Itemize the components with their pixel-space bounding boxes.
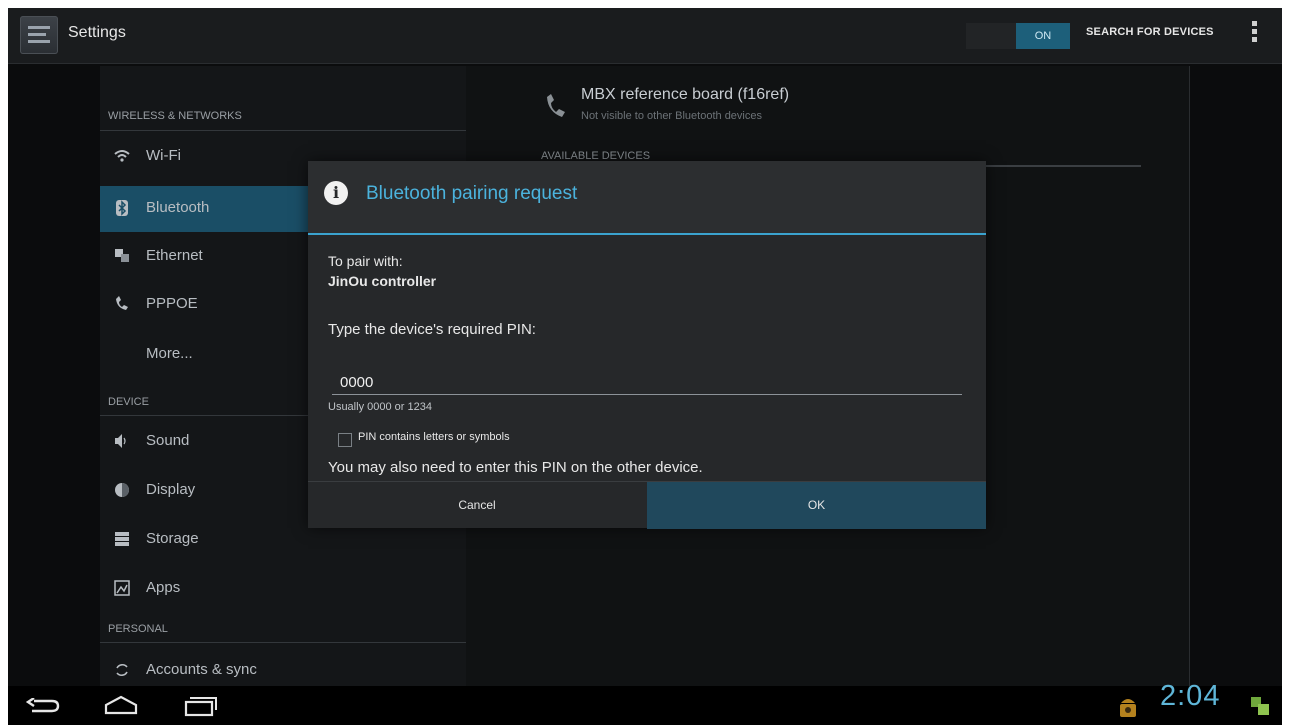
sidebar-item-label: Accounts & sync <box>146 661 257 678</box>
sidebar-item-label: Ethernet <box>146 247 203 264</box>
recent-apps-icon[interactable] <box>184 695 218 717</box>
pair-with-label: To pair with: <box>328 253 403 269</box>
checkbox-label: PIN contains letters or symbols <box>358 431 510 443</box>
settings-icon[interactable] <box>20 16 58 54</box>
sidebar-item-label: Apps <box>146 579 181 596</box>
section-wireless-networks: WIRELESS & NETWORKS <box>108 110 242 122</box>
overflow-menu-icon[interactable] <box>1252 21 1258 47</box>
sidebar-item-label: More... <box>146 345 193 362</box>
back-icon[interactable] <box>26 698 60 714</box>
status-network-icon <box>1251 697 1269 715</box>
sidebar-item-label: PPPOE <box>146 295 198 312</box>
pppoe-icon <box>116 296 128 310</box>
sidebar-item-label: Bluetooth <box>146 199 210 216</box>
bluetooth-icon <box>116 200 128 216</box>
sidebar-item-label: Display <box>146 481 196 498</box>
android-debug-icon <box>1120 699 1136 717</box>
dialog-title: Bluetooth pairing request <box>366 183 578 204</box>
apps-icon <box>114 580 130 596</box>
local-device-name[interactable]: MBX reference board (f16ref) <box>581 86 789 104</box>
display-icon <box>115 483 129 497</box>
section-device: DEVICE <box>108 396 149 408</box>
search-for-devices-button[interactable]: SEARCH FOR DEVICES <box>1086 26 1214 38</box>
pin-input[interactable]: 0000 <box>332 371 962 395</box>
pair-device-name: JinOu controller <box>328 273 437 289</box>
pin-prompt: Type the device's required PIN: <box>328 321 536 338</box>
bluetooth-toggle[interactable]: ON <box>966 23 1070 49</box>
pin-letters-checkbox[interactable] <box>338 433 352 447</box>
dialog-button-bar: Cancel OK <box>308 481 986 529</box>
sync-icon <box>116 663 128 677</box>
home-icon[interactable] <box>104 695 138 715</box>
app-title: Settings <box>68 24 126 41</box>
cancel-button[interactable]: Cancel <box>308 482 646 529</box>
info-icon: i <box>324 181 348 205</box>
pairing-dialog: i Bluetooth pairing request To pair with… <box>308 161 986 529</box>
sidebar-item-label: Sound <box>146 432 190 449</box>
ethernet-icon <box>115 249 129 262</box>
sidebar-item-label: Wi-Fi <box>146 147 181 164</box>
section-personal: PERSONAL <box>108 623 168 635</box>
dialog-header: i Bluetooth pairing request <box>308 161 986 235</box>
sidebar-item-label: Storage <box>146 530 199 547</box>
other-device-note: You may also need to enter this PIN on t… <box>328 459 703 476</box>
toggle-on-knob: ON <box>1016 23 1070 49</box>
tablet-screen: Settings ON SEARCH FOR DEVICES WIRELESS … <box>8 8 1282 725</box>
local-device-visibility: Not visible to other Bluetooth devices <box>581 110 762 122</box>
sound-icon <box>115 434 126 448</box>
action-bar: Settings ON SEARCH FOR DEVICES <box>8 8 1282 64</box>
storage-icon <box>115 532 129 546</box>
phone-icon <box>547 94 565 117</box>
status-clock: 2:04 <box>1160 680 1221 712</box>
ok-button[interactable]: OK <box>647 482 986 529</box>
system-nav-bar <box>8 686 1282 725</box>
wifi-icon <box>114 150 130 162</box>
sidebar-item-apps[interactable]: Apps <box>100 566 466 612</box>
pin-hint: Usually 0000 or 1234 <box>328 401 432 413</box>
